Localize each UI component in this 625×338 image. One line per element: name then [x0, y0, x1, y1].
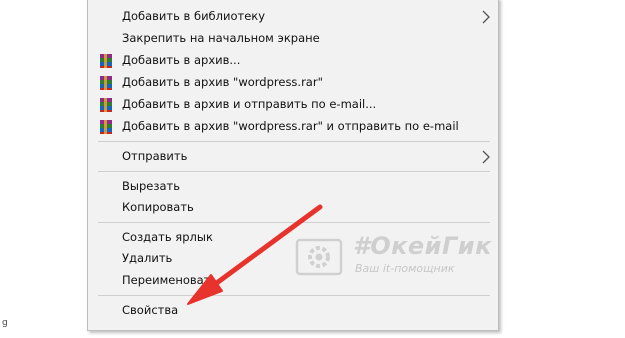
- menu-item-label: Переименовать: [122, 273, 218, 287]
- menu-item-add-to-wordpress-rar[interactable]: Добавить в архив "wordpress.rar": [88, 72, 498, 94]
- menu-item-label: Создать ярлык: [122, 230, 213, 244]
- watermark-subtitle: Ваш it-помощник: [355, 262, 455, 275]
- menu-item-label: Свойства: [122, 303, 179, 317]
- chevron-right-icon: [482, 10, 490, 24]
- watermark: #ОкейГик Ваш it-помощник: [295, 232, 505, 284]
- watermark-title: #ОкейГик: [353, 232, 492, 260]
- menu-item-label: Добавить в архив и отправить по e-mail..…: [122, 97, 377, 111]
- menu-item-label: Удалить: [122, 251, 173, 265]
- menu-item-label: Добавить в архив "wordpress.rar": [122, 75, 323, 89]
- winrar-icon: [100, 120, 112, 134]
- winrar-icon: [100, 98, 112, 112]
- menu-separator: [98, 295, 490, 296]
- menu-item-cut[interactable]: Вырезать: [88, 176, 498, 198]
- menu-item-add-to-library[interactable]: Добавить в библиотеку: [88, 6, 498, 28]
- menu-item-label: Копировать: [122, 200, 194, 214]
- menu-item-copy[interactable]: Копировать: [88, 197, 498, 219]
- menu-item-label: Вырезать: [122, 179, 180, 193]
- winrar-icon: [100, 76, 112, 90]
- menu-item-send-to[interactable]: Отправить: [88, 146, 498, 168]
- partial-text: g: [2, 318, 8, 328]
- menu-item-label: Добавить в библиотеку: [122, 9, 266, 23]
- background-window-edge: g: [0, 0, 10, 338]
- gear-icon: [295, 238, 343, 276]
- menu-item-label: Добавить в архив "wordpress.rar" и отпра…: [122, 119, 459, 133]
- menu-item-add-and-email[interactable]: Добавить в архив и отправить по e-mail..…: [88, 94, 498, 116]
- menu-item-label: Добавить в архив...: [122, 53, 241, 67]
- menu-item-properties[interactable]: Свойства: [88, 300, 498, 322]
- menu-item-label: Отправить: [122, 149, 188, 163]
- menu-item-add-to-archive[interactable]: Добавить в архив...: [88, 50, 498, 72]
- menu-item-pin-to-start[interactable]: Закрепить на начальном экране: [88, 28, 498, 50]
- menu-separator: [98, 222, 490, 223]
- menu-separator: [98, 141, 490, 142]
- menu-item-add-wordpress-rar-and-email[interactable]: Добавить в архив "wordpress.rar" и отпра…: [88, 116, 498, 138]
- menu-separator: [98, 171, 490, 172]
- winrar-icon: [100, 54, 112, 68]
- menu-item-label: Закрепить на начальном экране: [122, 31, 320, 45]
- chevron-right-icon: [482, 150, 490, 164]
